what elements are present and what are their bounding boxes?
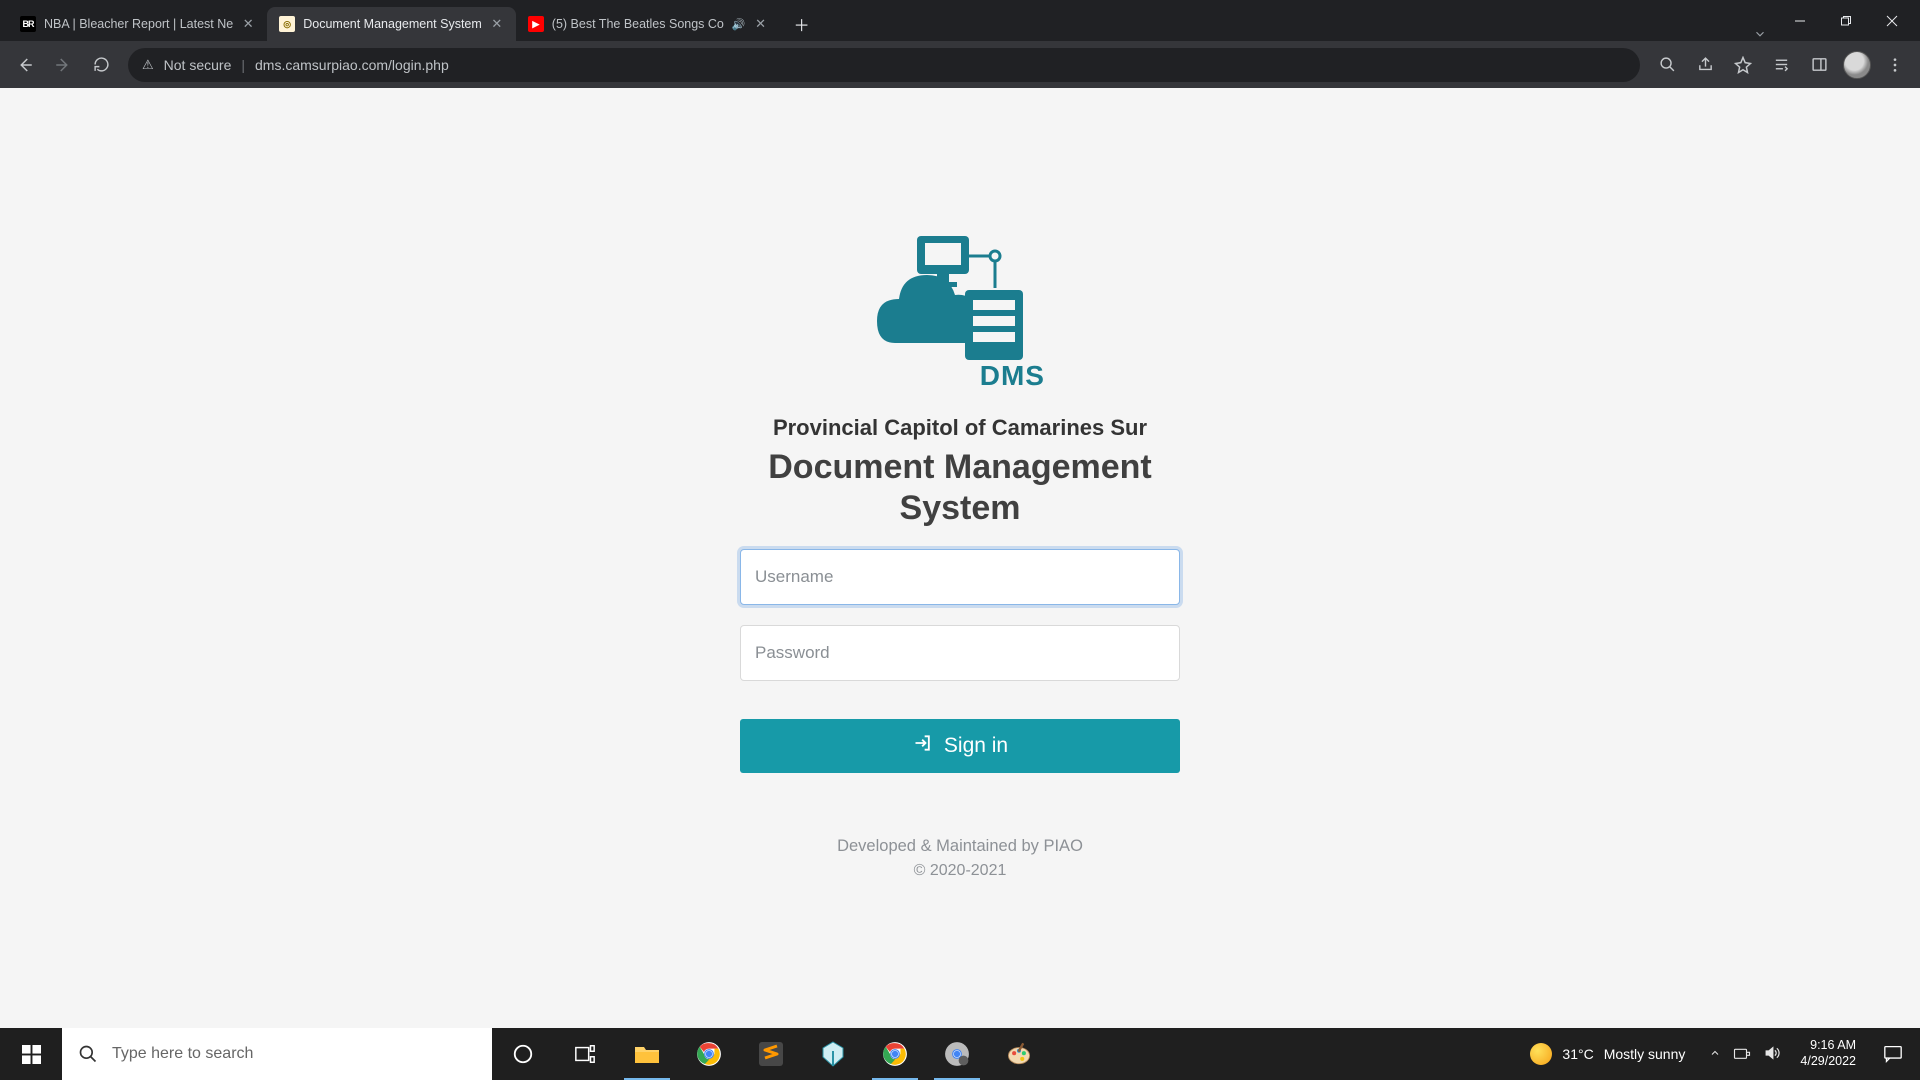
zoom-icon[interactable] — [1650, 48, 1684, 82]
maximize-button[interactable] — [1824, 6, 1868, 36]
password-input[interactable] — [740, 625, 1180, 681]
chrome-icon[interactable] — [678, 1028, 740, 1080]
volume-icon[interactable] — [1763, 1045, 1780, 1064]
dms-logo: DMS — [875, 218, 1045, 388]
tab-label: NBA | Bleacher Report | Latest Ne — [44, 17, 233, 31]
clock-time: 9:16 AM — [1800, 1038, 1856, 1054]
search-icon — [78, 1044, 98, 1064]
tab-label: (5) Best The Beatles Songs Co — [552, 17, 724, 31]
tab-youtube[interactable]: ▶ (5) Best The Beatles Songs Co 🔊 ✕ — [516, 7, 780, 41]
paint-icon[interactable] — [988, 1028, 1050, 1080]
chrome-canary-icon[interactable] — [926, 1028, 988, 1080]
back-button[interactable] — [8, 48, 42, 82]
logo-label: DMS — [980, 360, 1045, 392]
side-panel-icon[interactable] — [1802, 48, 1836, 82]
system-tray — [1699, 1045, 1790, 1064]
weather-widget[interactable]: 31°C Mostly sunny — [1530, 1043, 1699, 1065]
sublime-icon[interactable] — [740, 1028, 802, 1080]
page-title: Document Management System — [740, 447, 1180, 529]
tray-chevron-icon[interactable] — [1709, 1047, 1721, 1062]
favicon-dms-icon: ◎ — [279, 16, 295, 32]
profile-avatar[interactable] — [1840, 48, 1874, 82]
forward-button[interactable] — [46, 48, 80, 82]
weather-temp: 31°C — [1562, 1046, 1593, 1062]
close-icon[interactable]: ✕ — [490, 17, 504, 31]
audio-playing-icon[interactable]: 🔊 — [732, 18, 746, 31]
browser-toolbar: ⚠ Not secure | dms.camsurpiao.com/login.… — [0, 41, 1920, 88]
browser-tabstrip: BR NBA | Bleacher Report | Latest Ne ✕ ◎… — [0, 0, 1920, 41]
windows-taskbar: Type here to search — [0, 1028, 1920, 1080]
share-icon[interactable] — [1688, 48, 1722, 82]
url-text: dms.camsurpiao.com/login.php — [255, 57, 449, 73]
close-icon[interactable]: ✕ — [754, 17, 768, 31]
taskbar-apps — [492, 1028, 1050, 1080]
username-input[interactable] — [740, 549, 1180, 605]
signin-icon — [912, 733, 934, 758]
minimize-button[interactable] — [1778, 6, 1822, 36]
app-icon[interactable] — [802, 1028, 864, 1080]
search-placeholder: Type here to search — [112, 1045, 253, 1063]
network-icon[interactable] — [1733, 1046, 1751, 1063]
favicon-youtube-icon: ▶ — [528, 16, 544, 32]
bookmark-icon[interactable] — [1726, 48, 1760, 82]
signin-button[interactable]: Sign in — [740, 719, 1180, 773]
menu-icon[interactable] — [1878, 48, 1912, 82]
weather-desc: Mostly sunny — [1604, 1046, 1686, 1062]
tab-label: Document Management System — [303, 17, 482, 31]
taskbar-search[interactable]: Type here to search — [62, 1028, 492, 1080]
footer-developer: Developed & Maintained by PIAO — [740, 837, 1180, 856]
favicon-br-icon: BR — [20, 16, 36, 32]
sun-icon — [1530, 1043, 1552, 1065]
task-view-icon[interactable] — [554, 1028, 616, 1080]
start-button[interactable] — [0, 1028, 62, 1080]
new-tab-button[interactable]: ＋ — [788, 10, 816, 38]
tab-dms[interactable]: ◎ Document Management System ✕ — [267, 7, 516, 41]
separator: | — [241, 57, 245, 73]
address-bar[interactable]: ⚠ Not secure | dms.camsurpiao.com/login.… — [128, 48, 1640, 82]
footer-copyright: © 2020-2021 — [740, 862, 1180, 880]
signin-label: Sign in — [944, 734, 1008, 758]
cortana-icon[interactable] — [492, 1028, 554, 1080]
explorer-icon[interactable] — [616, 1028, 678, 1080]
tab-bleacher-report[interactable]: BR NBA | Bleacher Report | Latest Ne ✕ — [8, 7, 267, 41]
clock-date: 4/29/2022 — [1800, 1054, 1856, 1070]
chrome-2-icon[interactable] — [864, 1028, 926, 1080]
org-subtitle: Provincial Capitol of Camarines Sur — [740, 415, 1180, 441]
page-content: DMS Provincial Capitol of Camarines Sur … — [0, 88, 1920, 1028]
close-window-button[interactable] — [1870, 6, 1914, 36]
not-secure-icon: ⚠ — [142, 57, 154, 73]
tab-search-button[interactable] — [1742, 27, 1778, 41]
security-label: Not secure — [164, 57, 232, 73]
action-center-icon[interactable] — [1866, 1045, 1920, 1063]
window-controls — [1778, 0, 1920, 41]
reading-list-icon[interactable] — [1764, 48, 1798, 82]
taskbar-clock[interactable]: 9:16 AM 4/29/2022 — [1790, 1038, 1866, 1069]
close-icon[interactable]: ✕ — [241, 17, 255, 31]
reload-button[interactable] — [84, 48, 118, 82]
